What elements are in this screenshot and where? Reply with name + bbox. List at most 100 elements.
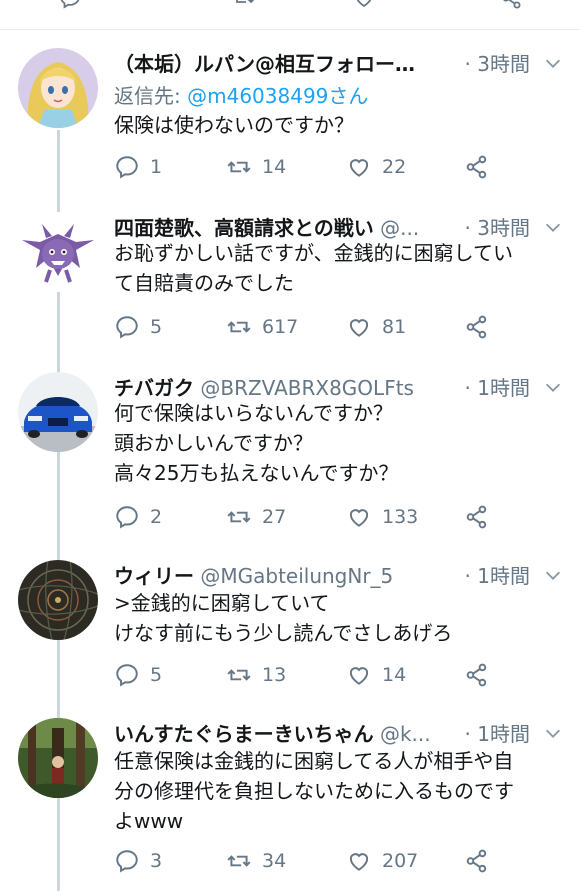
reply-icon bbox=[114, 504, 140, 530]
reply-to-line: 返信先: @m46038499さん bbox=[114, 80, 368, 109]
retweet-count: 617 bbox=[262, 316, 299, 338]
reply-count: 1 bbox=[150, 156, 163, 178]
retweet-icon bbox=[226, 504, 252, 530]
separator-dot: · bbox=[464, 564, 471, 588]
like-button[interactable]: 22 bbox=[346, 152, 406, 182]
display-name[interactable]: （本垢）ルパン@相互フォロー… bbox=[114, 52, 415, 76]
share-icon bbox=[464, 314, 490, 340]
retweet-count: 13 bbox=[262, 664, 287, 686]
display-name[interactable]: 四面楚歌、高額請求との戦い bbox=[114, 216, 374, 240]
reply-button[interactable]: 1 bbox=[114, 152, 162, 182]
user-handle[interactable]: @... bbox=[380, 216, 419, 240]
like-button[interactable]: 207 bbox=[346, 846, 418, 876]
timestamp[interactable]: 1時間 bbox=[477, 376, 530, 400]
retweet-button[interactable]: 14 bbox=[226, 152, 286, 182]
like-count: 133 bbox=[382, 506, 419, 528]
display-name[interactable]: いんすたぐらまーきいちゃん bbox=[114, 722, 374, 746]
retweet-button[interactable]: 617 bbox=[226, 312, 298, 342]
blue-car-avatar[interactable] bbox=[18, 372, 98, 452]
user-handle[interactable]: @k... bbox=[380, 722, 431, 746]
bat-creature-avatar[interactable] bbox=[18, 212, 98, 292]
anime-character-avatar[interactable] bbox=[18, 48, 98, 128]
chevron-down-icon[interactable] bbox=[542, 564, 564, 586]
tweet-actions: 3 34 207 bbox=[114, 846, 494, 876]
share-button[interactable] bbox=[464, 846, 490, 876]
reply-icon bbox=[114, 314, 140, 340]
tweet-actions: 1 14 22 bbox=[114, 152, 494, 182]
retweet-icon[interactable] bbox=[232, 0, 256, 10]
heart-icon bbox=[346, 504, 372, 530]
dark-map-avatar[interactable] bbox=[18, 560, 98, 640]
tweet[interactable]: チバガク @BRZVABRX8GOLFts · 1時間 何で保険はいらないんです… bbox=[0, 372, 580, 532]
reply-count: 3 bbox=[150, 850, 163, 872]
retweet-icon bbox=[226, 662, 252, 688]
retweet-count: 14 bbox=[262, 156, 287, 178]
timestamp[interactable]: 3時間 bbox=[477, 52, 530, 76]
tweet[interactable]: （本垢）ルパン@相互フォロー… · 3時間 返信先: @m46038499さん … bbox=[0, 48, 580, 188]
share-icon bbox=[464, 662, 490, 688]
chevron-down-icon[interactable] bbox=[542, 216, 564, 238]
tweet-text: 任意保険は金銭的に困窮してる人が相手や自 分の修理代を負担しないために入るもので… bbox=[114, 749, 514, 833]
tweet-actions: 5 617 81 bbox=[114, 312, 494, 342]
reply-icon bbox=[114, 154, 140, 180]
reply-mention-link[interactable]: @m46038499さん bbox=[187, 84, 368, 108]
share-button[interactable] bbox=[464, 660, 490, 690]
timestamp[interactable]: 3時間 bbox=[477, 216, 530, 240]
previous-tweet-actions bbox=[0, 0, 580, 30]
reply-to-label: 返信先: bbox=[114, 84, 188, 108]
reply-button[interactable]: 2 bbox=[114, 502, 162, 532]
like-icon[interactable] bbox=[352, 0, 376, 10]
separator-dot: · bbox=[464, 376, 471, 400]
retweet-icon bbox=[226, 848, 252, 874]
reply-button[interactable]: 5 bbox=[114, 660, 162, 690]
separator-dot: · bbox=[464, 722, 471, 746]
like-count: 207 bbox=[382, 850, 419, 872]
reply-count: 5 bbox=[150, 664, 163, 686]
separator-dot: · bbox=[464, 216, 471, 240]
reply-icon[interactable] bbox=[58, 0, 82, 10]
like-button[interactable]: 133 bbox=[346, 502, 418, 532]
share-button[interactable] bbox=[464, 152, 490, 182]
reply-icon bbox=[114, 662, 140, 688]
tweet-header: （本垢）ルパン@相互フォロー… · 3時間 bbox=[114, 48, 564, 80]
reply-icon bbox=[114, 848, 140, 874]
heart-icon bbox=[346, 314, 372, 340]
like-button[interactable]: 14 bbox=[346, 660, 406, 690]
user-handle[interactable]: @MGabteilungNr_5 bbox=[200, 564, 393, 588]
reply-count: 5 bbox=[150, 316, 163, 338]
timestamp[interactable]: 1時間 bbox=[477, 722, 530, 746]
share-icon[interactable] bbox=[500, 0, 524, 10]
chevron-down-icon[interactable] bbox=[542, 376, 564, 398]
reply-button[interactable]: 3 bbox=[114, 846, 162, 876]
share-icon bbox=[464, 154, 490, 180]
share-button[interactable] bbox=[464, 312, 490, 342]
tweet-actions: 5 13 14 bbox=[114, 660, 494, 690]
display-name[interactable]: ウィリー bbox=[114, 564, 194, 588]
reply-button[interactable]: 5 bbox=[114, 312, 162, 342]
tweet[interactable]: いんすたぐらまーきいちゃん @k... · 1時間 任意保険は金銭的に困窮してる… bbox=[0, 718, 580, 888]
retweet-button[interactable]: 34 bbox=[226, 846, 286, 876]
heart-icon bbox=[346, 848, 372, 874]
display-name[interactable]: チバガク bbox=[114, 376, 194, 400]
share-button[interactable] bbox=[464, 502, 490, 532]
like-count: 14 bbox=[382, 664, 407, 686]
chevron-down-icon[interactable] bbox=[542, 722, 564, 744]
tweet[interactable]: ウィリー @MGabteilungNr_5 · 1時間 >金銭的に困窮していて … bbox=[0, 560, 580, 690]
chevron-down-icon[interactable] bbox=[542, 52, 564, 74]
separator-dot: · bbox=[464, 52, 471, 76]
forest-photo-avatar[interactable] bbox=[18, 718, 98, 798]
retweet-button[interactable]: 13 bbox=[226, 660, 286, 690]
retweet-icon bbox=[226, 314, 252, 340]
retweet-button[interactable]: 27 bbox=[226, 502, 286, 532]
heart-icon bbox=[346, 154, 372, 180]
tweet-actions: 2 27 133 bbox=[114, 502, 494, 532]
tweet-text: 保険は使わないのですか？ bbox=[114, 113, 354, 137]
timestamp[interactable]: 1時間 bbox=[477, 564, 530, 588]
share-icon bbox=[464, 504, 490, 530]
like-button[interactable]: 81 bbox=[346, 312, 406, 342]
reply-count: 2 bbox=[150, 506, 163, 528]
like-count: 22 bbox=[382, 156, 407, 178]
tweet-text: 何で保険はいらないんですか？ 頭おかしいんですか？ 高々25万も払えないんですか… bbox=[114, 401, 399, 485]
tweet[interactable]: 四面楚歌、高額請求との戦い @... · 3時間 お恥ずかしい話ですが、金銭的に… bbox=[0, 212, 580, 342]
user-handle[interactable]: @BRZVABRX8GOLFts bbox=[200, 376, 414, 400]
